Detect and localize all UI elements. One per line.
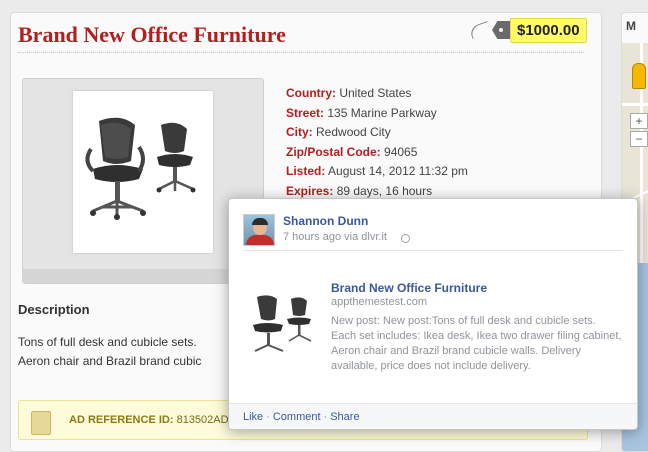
zoom-in-button[interactable]: +: [630, 113, 648, 129]
post-actions: Like · Comment · Share: [229, 403, 637, 429]
post-meta: 7 hours ago via dlvr.it: [283, 231, 387, 243]
link-description: New post: New post:Tons of full desk and…: [331, 315, 622, 372]
detail-value: Redwood City: [316, 125, 391, 139]
post-author[interactable]: Shannon Dunn: [283, 214, 368, 228]
detail-value: 135 Marine Parkway: [327, 105, 437, 120]
ad-reference-value: 813502AD: [176, 414, 229, 426]
detail-value: August 14, 2012 11:32 pm: [328, 164, 468, 178]
detail-value: 89 days, 16 hours: [336, 183, 433, 198]
detail-label: Zip/Postal Code:: [286, 144, 381, 159]
detail-listed: Listed: August 14, 2012 11:32 pm: [286, 162, 468, 182]
globe-icon: [401, 234, 410, 243]
map-tab[interactable]: M: [626, 19, 636, 33]
comment-link[interactable]: Comment: [273, 411, 321, 423]
detail-city: City: Redwood City: [286, 123, 468, 143]
detail-label: Street:: [286, 105, 325, 120]
detail-zip: Zip/Postal Code: 94065: [286, 143, 468, 163]
detail-value: 94065: [384, 144, 418, 159]
detail-label: Expires:: [286, 183, 334, 198]
pegman-icon[interactable]: [632, 63, 646, 89]
office-chairs-image: [85, 117, 196, 220]
post-divider: [243, 250, 623, 251]
detail-label: City:: [286, 125, 313, 139]
listing-details: Country: United States Street: 135 Marin…: [286, 84, 468, 201]
office-chairs-thumbnail: [253, 295, 312, 352]
title-divider: [18, 52, 584, 53]
listing-photo[interactable]: [73, 91, 213, 253]
detail-street: Street: 135 Marine Parkway: [286, 104, 468, 124]
detail-label: Listed:: [286, 164, 326, 178]
price-tag: $1000.00: [468, 17, 587, 43]
detail-value: United States: [339, 86, 412, 100]
gallery-scrollbar[interactable]: [23, 269, 263, 283]
detail-country: Country: United States: [286, 84, 468, 104]
link-title[interactable]: Brand New Office Furniture: [331, 281, 487, 295]
zoom-out-button[interactable]: −: [630, 131, 648, 147]
share-link[interactable]: Share: [330, 411, 359, 423]
link-domain: appthemestest.com: [331, 296, 427, 308]
action-separator: ·: [266, 411, 270, 423]
ad-reference: AD REFERENCE ID: 813502AD: [69, 414, 229, 426]
description-heading: Description: [18, 302, 90, 317]
facebook-post-popup: Shannon Dunn 7 hours ago via dlvr.it Bra…: [228, 198, 638, 430]
listing-title: Brand New Office Furniture: [18, 22, 286, 47]
detail-label: Country:: [286, 86, 336, 100]
avatar[interactable]: [243, 214, 275, 246]
description-text: Tons of full desk and cubicle sets. Aero…: [18, 335, 202, 368]
ad-reference-label: AD REFERENCE ID:: [69, 414, 174, 426]
like-link[interactable]: Like: [243, 411, 263, 423]
price: $1000.00: [510, 17, 587, 43]
page: Brand New Office Furniture $1000.00 Coun…: [0, 0, 648, 452]
link-thumbnail[interactable]: [247, 289, 319, 359]
price-tag-icon: [492, 21, 510, 39]
action-separator: ·: [323, 411, 328, 423]
price-tag-string: [468, 20, 492, 40]
note-icon: [31, 411, 51, 435]
